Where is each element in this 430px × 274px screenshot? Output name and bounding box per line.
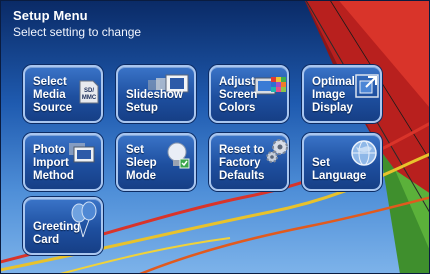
gears-icon — [266, 139, 288, 163]
tile-label: Photo Import Method — [33, 144, 74, 182]
tile-label: Greeting Card — [33, 221, 81, 246]
setup-menu-screen: Setup Menu Select setting to change SD/ … — [0, 0, 430, 274]
page-subtitle: Select setting to change — [13, 25, 142, 39]
sd-card-icon: SD/ MMC — [79, 80, 99, 104]
set-language-button[interactable]: Set Language — [302, 133, 382, 191]
svg-text:SD/: SD/ — [84, 88, 94, 94]
tile-label: Set Sleep Mode — [126, 144, 157, 182]
greeting-card-button[interactable]: Greeting Card — [23, 197, 103, 255]
adjust-screen-colors-button[interactable]: Adjust Screen Colors — [209, 65, 289, 123]
set-sleep-mode-button[interactable]: Set Sleep Mode — [116, 133, 196, 191]
tile-label: Set Language — [312, 157, 367, 182]
color-palette-icon — [254, 77, 286, 95]
tile-label: Select Media Source — [33, 76, 72, 114]
reset-factory-defaults-button[interactable]: Reset to Factory Defaults — [209, 133, 289, 191]
optimal-image-display-button[interactable]: Optimal Image Display — [302, 65, 382, 123]
lightbulb-icon — [167, 142, 190, 169]
select-media-source-button[interactable]: SD/ MMC Select Media Source — [23, 65, 103, 123]
tile-label: Slideshow Setup — [126, 89, 183, 114]
tile-label: Optimal Image Display — [312, 76, 355, 114]
slideshow-setup-button[interactable]: Slideshow Setup — [116, 65, 196, 123]
svg-text:MMC: MMC — [82, 95, 97, 101]
tile-label: Reset to Factory Defaults — [219, 144, 265, 182]
page-title: Setup Menu — [13, 8, 88, 23]
photo-import-method-button[interactable]: Photo Import Method — [23, 133, 103, 191]
resize-image-icon — [355, 74, 379, 98]
menu-header: Setup Menu Select setting to change — [13, 8, 141, 39]
tile-label: Adjust Screen Colors — [219, 76, 258, 114]
